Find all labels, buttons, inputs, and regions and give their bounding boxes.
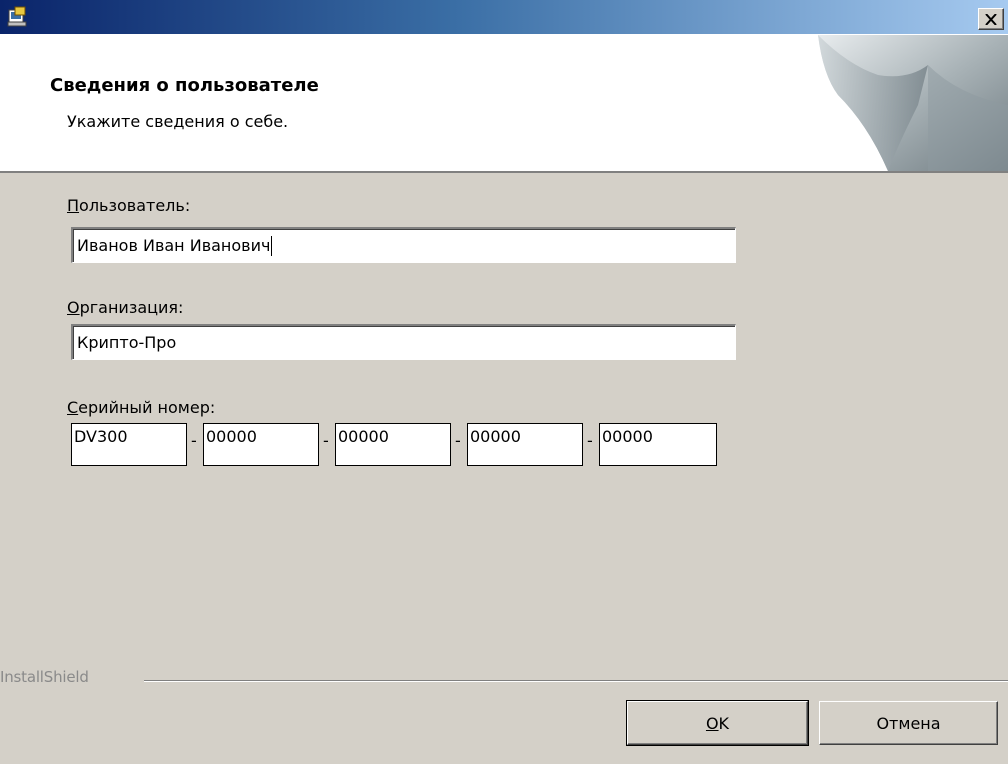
- organization-label: Организация:: [67, 298, 183, 317]
- serial-label-accel: С: [67, 398, 79, 417]
- serial-separator-2: -: [323, 431, 329, 450]
- page-title: Сведения о пользователе: [50, 75, 319, 96]
- organization-input[interactable]: Крипто-Про: [71, 324, 736, 360]
- serial-separator-1: -: [191, 431, 197, 450]
- serial-part-1[interactable]: DV300: [71, 423, 187, 466]
- user-label: Пользователь:: [67, 196, 190, 215]
- close-button[interactable]: [978, 8, 1004, 30]
- serial-part-5[interactable]: 00000: [599, 423, 717, 466]
- user-label-text: ользователь:: [79, 196, 191, 215]
- page-curl-graphic: [818, 35, 1008, 171]
- cancel-button[interactable]: Отмена: [819, 701, 998, 745]
- text-caret: [271, 235, 273, 256]
- ok-label: K: [718, 713, 730, 733]
- installer-icon: [6, 6, 28, 28]
- serial-separator-4: -: [587, 431, 593, 450]
- serial-part-3[interactable]: 00000: [335, 423, 451, 466]
- close-x-icon: [985, 13, 997, 25]
- serial-part-2[interactable]: 00000: [203, 423, 319, 466]
- organization-label-text: рганизация:: [79, 298, 184, 317]
- ok-button[interactable]: OK: [626, 700, 809, 746]
- user-name-input[interactable]: Иванов Иван Иванович: [71, 227, 736, 263]
- page-subtitle: Укажите сведения о себе.: [67, 112, 289, 131]
- serial-part-4[interactable]: 00000: [467, 423, 583, 466]
- installshield-brand: InstallShield: [0, 668, 89, 686]
- serial-separator-3: -: [455, 431, 461, 450]
- header-band: Сведения о пользователе Укажите сведения…: [0, 35, 1008, 173]
- ok-accel: O: [705, 713, 719, 733]
- serial-label: Серийный номер:: [67, 398, 215, 417]
- organization-label-accel: О: [67, 298, 80, 317]
- title-bar[interactable]: [0, 0, 1008, 35]
- user-label-accel: П: [67, 196, 80, 215]
- serial-label-text: ерийный номер:: [78, 398, 216, 417]
- user-name-value: Иванов Иван Иванович: [77, 236, 271, 255]
- footer-divider: [144, 680, 1008, 682]
- organization-value: Крипто-Про: [77, 333, 177, 352]
